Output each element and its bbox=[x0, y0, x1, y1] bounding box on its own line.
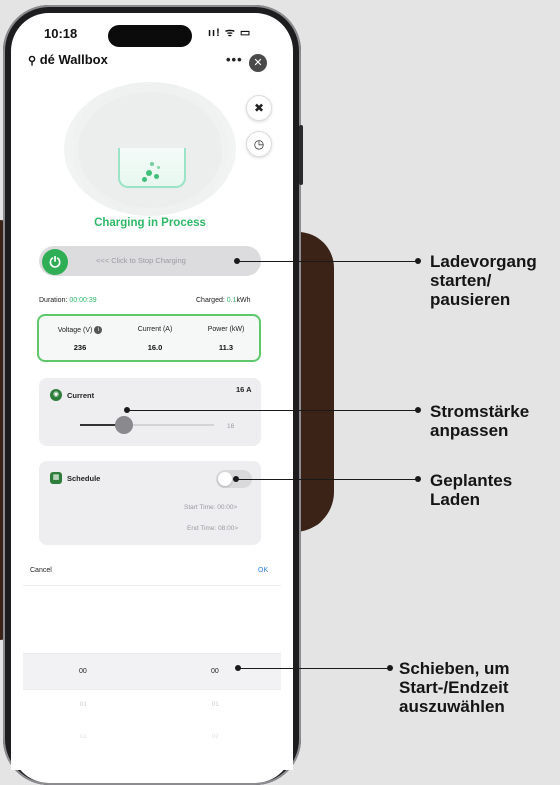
charging-status: Charging in Process bbox=[94, 217, 206, 229]
power-label: Power (kW) bbox=[207, 326, 245, 333]
current-value: 16.0 bbox=[147, 343, 163, 352]
duration-info: Duration: 00:00:39 bbox=[39, 297, 97, 304]
picker-divider bbox=[23, 653, 281, 654]
info-icon[interactable]: i bbox=[94, 326, 103, 334]
annotation-scheduled-charging: Geplantes Laden bbox=[430, 471, 513, 509]
annotation-adjust-current: Stromstärke anpassen bbox=[430, 402, 530, 440]
picker-hour-next[interactable]: 01 bbox=[80, 702, 87, 708]
picker-minute-selected[interactable]: 00 bbox=[211, 668, 219, 675]
current-gauge-icon: ◉ bbox=[50, 389, 62, 401]
bubble-icon bbox=[150, 162, 154, 166]
callout-dot bbox=[415, 476, 421, 482]
callout-line bbox=[237, 261, 418, 262]
duration-value: 00:00:39 bbox=[69, 297, 97, 304]
bubble-icon bbox=[142, 177, 147, 182]
location-pin-icon: ⚲ bbox=[28, 55, 37, 67]
charged-unit: kWh bbox=[236, 297, 251, 304]
current-card-title: Current bbox=[67, 391, 95, 400]
annotation-start-pause: Ladevorgang starten/ pausieren bbox=[430, 252, 537, 309]
bubble-icon bbox=[157, 166, 160, 169]
picker-cancel-button[interactable]: Cancel bbox=[30, 567, 52, 574]
callout-line bbox=[236, 479, 418, 480]
schedule-toggle-knob bbox=[218, 472, 232, 486]
voltage-label: Voltage (V) i bbox=[50, 326, 110, 334]
start-time-link[interactable]: Start Time: 00:00> bbox=[184, 504, 237, 511]
current-card bbox=[39, 378, 261, 446]
picker-minute-next[interactable]: 01 bbox=[212, 702, 219, 708]
beaker-icon bbox=[118, 148, 186, 188]
readings-panel bbox=[37, 314, 261, 362]
signal-wifi-battery-icon: ıı! ᯤ ▭ bbox=[208, 27, 252, 39]
dynamic-island bbox=[108, 25, 192, 47]
more-icon[interactable]: ••• bbox=[226, 52, 243, 67]
callout-dot bbox=[415, 258, 421, 264]
schedule-card-title: Schedule bbox=[67, 474, 101, 483]
callout-line bbox=[127, 410, 418, 411]
voltage-value: 236 bbox=[73, 343, 87, 352]
annotation-slide-time: Schieben, um Start-/Endzeit auszuwählen bbox=[399, 659, 510, 716]
bubble-icon bbox=[154, 174, 159, 179]
app-title-text: dé Wallbox bbox=[39, 52, 108, 67]
stop-charging-label: <<< Click to Stop Charging bbox=[96, 256, 186, 265]
tools-icon[interactable]: ✖ bbox=[246, 95, 272, 121]
picker-hour-selected[interactable]: 00 bbox=[79, 668, 87, 675]
current-value-label: 16 A bbox=[236, 385, 252, 394]
charged-label: Charged: bbox=[196, 297, 225, 304]
callout-dot bbox=[387, 665, 393, 671]
end-time-link[interactable]: End Time: 08:00> bbox=[187, 525, 238, 532]
picker-selection-band bbox=[23, 653, 281, 689]
history-icon[interactable]: ◷ bbox=[246, 131, 272, 157]
picker-ok-button[interactable]: OK bbox=[258, 567, 268, 574]
status-time: 10:18 bbox=[44, 26, 78, 41]
close-icon[interactable]: ✕ bbox=[249, 54, 267, 72]
callout-dot bbox=[415, 407, 421, 413]
charged-info: Charged: 0.1kWh bbox=[196, 297, 250, 304]
app-title: ⚲ dé Wallbox bbox=[28, 52, 108, 67]
power-icon[interactable]: ⏻ bbox=[42, 249, 68, 275]
power-value: 11.3 bbox=[218, 343, 234, 352]
picker-divider bbox=[23, 585, 281, 586]
duration-label: Duration: bbox=[39, 297, 68, 304]
current-label: Current (A) bbox=[137, 326, 173, 333]
phone-side-button bbox=[299, 125, 303, 185]
current-slider-max: 16 bbox=[227, 423, 235, 430]
bubble-icon bbox=[146, 170, 152, 176]
picker-hour-after[interactable]: 02 bbox=[80, 734, 87, 740]
picker-divider bbox=[23, 689, 281, 690]
callout-line bbox=[238, 668, 390, 669]
voltage-label-text: Voltage (V) bbox=[57, 326, 93, 334]
picker-minute-after[interactable]: 02 bbox=[212, 734, 219, 740]
calendar-icon: ▦ bbox=[50, 472, 62, 484]
